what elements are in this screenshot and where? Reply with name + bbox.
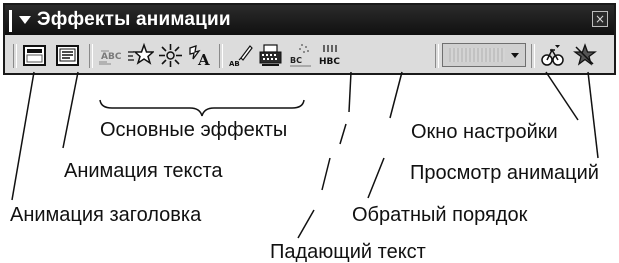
reverse-order-line-1 xyxy=(389,71,403,119)
callout-drop-text: Падающий текст xyxy=(270,241,426,263)
callout-settings-window: Окно настройки xyxy=(411,121,558,143)
preview-animations-line xyxy=(587,71,599,159)
settings-window-line xyxy=(545,71,579,121)
basic-effects-brace xyxy=(99,99,305,117)
callout-text-animation: Анимация текста xyxy=(64,160,223,182)
title-animation-line xyxy=(11,71,35,201)
text-animation-line xyxy=(62,71,79,149)
callout-reverse-order: Обратный порядок xyxy=(352,204,528,226)
reverse-order-line-2 xyxy=(367,157,385,199)
drop-text-dash-3 xyxy=(297,209,315,239)
drop-text-dash-1 xyxy=(339,123,347,145)
drop-text-dash-2 xyxy=(321,157,331,191)
drop-text-dash-4 xyxy=(348,71,352,113)
callout-title-animation: Анимация заголовка xyxy=(10,204,202,226)
figure: Эффекты анимации × ABC A AB BC HBC Основ… xyxy=(0,0,619,263)
callout-preview-animations: Просмотр анимаций xyxy=(410,162,599,184)
callout-basic-effects: Основные эффекты xyxy=(100,119,288,141)
